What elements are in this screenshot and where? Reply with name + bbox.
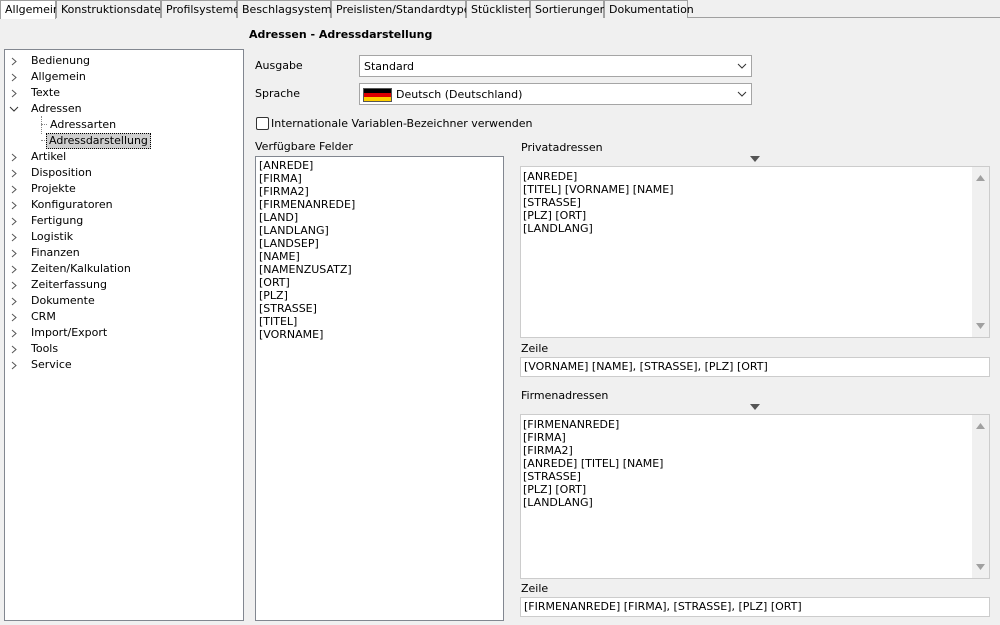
tree-connector [41,140,45,141]
ausgabe-combobox[interactable]: Standard [359,55,752,77]
template-line: [STRASSE] [523,196,581,209]
template-line: [PLZ] [ORT] [523,209,587,222]
template-line: [LANDLANG] [523,222,593,235]
sprache-label: Sprache [255,87,301,100]
scroll-down-icon[interactable] [976,323,985,329]
collapse-arrow-icon[interactable] [750,404,760,410]
chevron-right-icon[interactable] [9,53,21,69]
page-title: Adressen - Adressdarstellung [249,28,433,41]
list-item[interactable]: [STRASSE] [256,302,503,315]
list-item[interactable]: [FIRMA] [256,172,503,185]
sprache-combobox[interactable]: Deutsch (Deutschland) [359,83,752,105]
chevron-right-icon[interactable] [9,197,21,213]
template-line: [STRASSE] [523,470,581,483]
chevron-right-icon[interactable] [9,277,21,293]
firma-zeile-field[interactable]: [FIRMENANREDE] [FIRMA], [STRASSE], [PLZ]… [520,597,990,617]
chevron-right-icon[interactable] [9,293,21,309]
ausgabe-value: Standard [364,60,415,73]
tab-preislisten[interactable]: Preislisten/Standardtypen [331,0,477,18]
tab-bar: Allgemein Konstruktionsdaten Profilsyste… [0,0,1000,19]
list-item[interactable]: [LAND] [256,211,503,224]
chevron-right-icon[interactable] [9,85,21,101]
template-line: [FIRMA] [523,431,566,444]
vertical-scrollbar[interactable] [972,167,989,337]
scroll-down-icon[interactable] [976,564,985,570]
german-flag-icon [363,88,392,102]
tab-sortierungen[interactable]: Sortierungen [530,0,607,18]
list-item[interactable]: [FIRMENANREDE] [256,198,503,211]
template-line: [ANREDE] [523,170,578,183]
list-item[interactable]: [LANDSEP] [256,237,503,250]
tab-dokumentation[interactable]: Dokumentation [604,0,694,18]
settings-tree[interactable]: Bedienung Allgemein Texte Adressen Adres… [4,49,244,621]
tab-konstruktionsdaten[interactable]: Konstruktionsdaten [56,0,168,18]
chevron-right-icon[interactable] [9,261,21,277]
template-line: [TITEL] [VORNAME] [NAME] [523,183,674,196]
firmenadressen-label: Firmenadressen [521,389,609,402]
tab-stuecklisten[interactable]: Stücklisten [466,0,532,18]
intl-variables-checkbox[interactable] [256,117,269,130]
chevron-right-icon[interactable] [9,357,21,373]
chevron-right-icon[interactable] [9,245,21,261]
verfuegbare-felder-label: Verfügbare Felder [255,140,353,153]
tab-beschlagsysteme[interactable]: Beschlagsysteme [237,0,338,18]
template-line: [FIRMA2] [523,444,573,457]
tab-profilsysteme[interactable]: Profilsysteme [161,0,240,18]
vertical-scrollbar[interactable] [972,415,989,578]
available-fields-list[interactable]: [ANREDE] [FIRMA] [FIRMA2] [FIRMENANREDE]… [255,156,504,621]
template-line: [PLZ] [ORT] [523,483,587,496]
chevron-right-icon[interactable] [9,181,21,197]
chevron-down-icon[interactable] [737,62,747,70]
chevron-down-icon[interactable] [737,90,747,98]
sprache-value: Deutsch (Deutschland) [396,88,523,101]
chevron-right-icon[interactable] [9,325,21,341]
chevron-right-icon[interactable] [9,309,21,325]
list-item[interactable]: [LANDLANG] [256,224,503,237]
firma-zeile-label: Zeile [521,582,549,595]
firma-template-editor[interactable]: [FIRMENANREDE] [FIRMA] [FIRMA2] [ANREDE]… [520,414,990,579]
list-item[interactable]: [TITEL] [256,315,503,328]
chevron-right-icon[interactable] [9,229,21,245]
list-item[interactable]: [PLZ] [256,289,503,302]
tree-connector [41,116,42,134]
chevron-right-icon[interactable] [9,341,21,357]
template-line: [LANDLANG] [523,496,593,509]
collapse-arrow-icon[interactable] [750,156,760,162]
scroll-up-icon[interactable] [976,423,985,429]
intl-variables-label: Internationale Variablen-Bezeichner verw… [271,117,533,130]
tree-connector [41,124,47,125]
template-line: [FIRMENANREDE] [523,418,620,431]
chevron-right-icon[interactable] [9,69,21,85]
list-item[interactable]: [ANREDE] [256,159,503,172]
list-item[interactable]: [VORNAME] [256,328,503,341]
list-item[interactable]: [NAMENZUSATZ] [256,263,503,276]
template-line: [ANREDE] [TITEL] [NAME] [523,457,664,470]
tab-allgemein[interactable]: Allgemein [0,0,60,19]
chevron-down-icon[interactable] [9,101,21,117]
chevron-right-icon[interactable] [9,149,21,165]
list-item[interactable]: [ORT] [256,276,503,289]
list-item[interactable]: [NAME] [256,250,503,263]
chevron-right-icon[interactable] [9,165,21,181]
chevron-right-icon[interactable] [9,213,21,229]
privat-template-editor[interactable]: [ANREDE] [TITEL] [VORNAME] [NAME] [STRAS… [520,166,990,338]
ausgabe-label: Ausgabe [255,59,303,72]
privat-zeile-label: Zeile [521,342,549,355]
list-item[interactable]: [FIRMA2] [256,185,503,198]
privat-zeile-field[interactable]: [VORNAME] [NAME], [STRASSE], [PLZ] [ORT] [520,357,990,377]
scroll-up-icon[interactable] [976,175,985,181]
privatadressen-label: Privatadressen [521,141,603,154]
